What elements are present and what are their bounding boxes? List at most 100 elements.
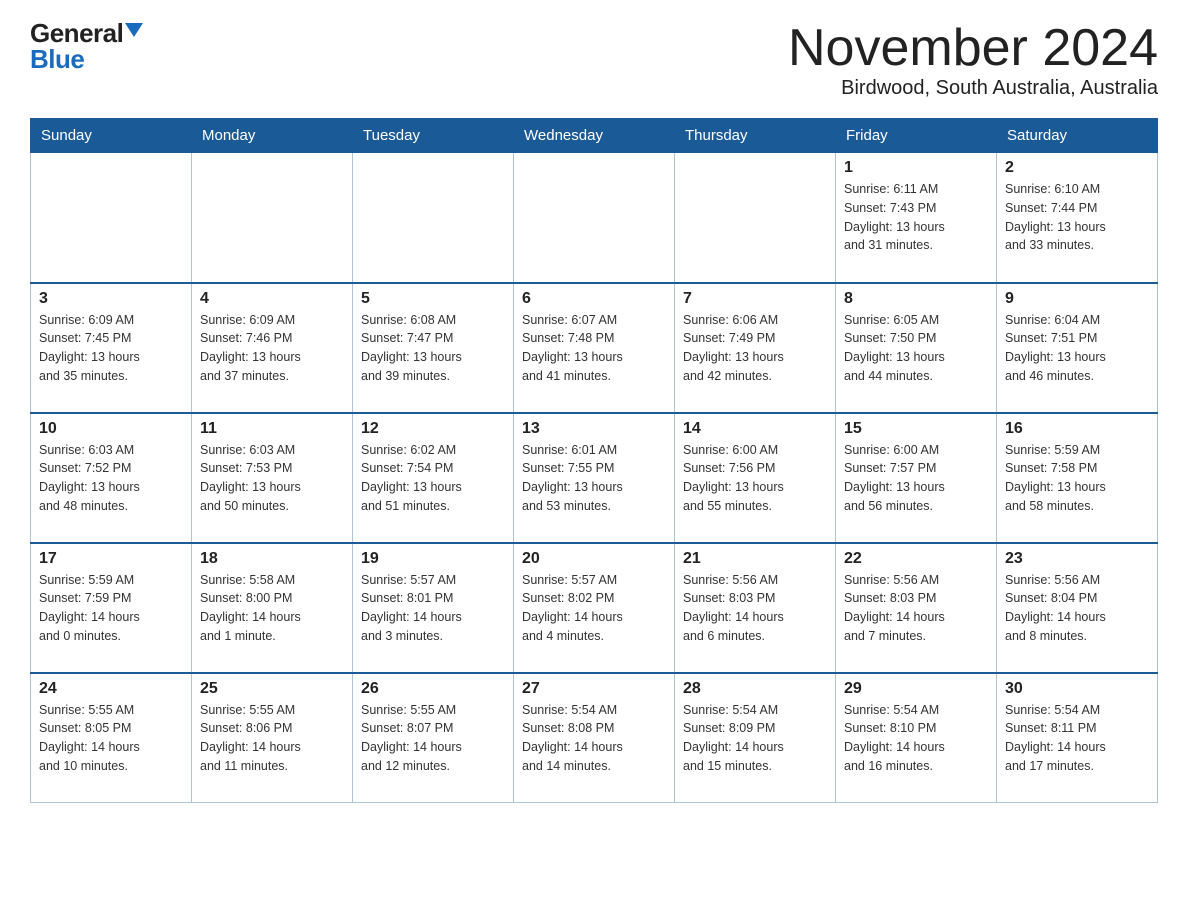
calendar-cell: 25 Sunrise: 5:55 AMSunset: 8:06 PMDayligh… xyxy=(192,673,353,803)
day-info-text: Sunrise: 6:11 AMSunset: 7:43 PMDaylight:… xyxy=(844,180,988,255)
calendar-cell: 10 Sunrise: 6:03 AMSunset: 7:52 PMDayligh… xyxy=(31,413,192,543)
day-info-text: Sunrise: 5:54 AMSunset: 8:10 PMDaylight:… xyxy=(844,701,988,776)
logo-triangle-icon xyxy=(125,23,143,37)
day-number: 12 xyxy=(361,420,505,438)
day-info-text: Sunrise: 6:09 AMSunset: 7:46 PMDaylight:… xyxy=(200,311,344,386)
calendar-cell: 6Sunrise: 6:07 AMSunset: 7:48 PMDaylight… xyxy=(514,283,675,413)
calendar-cell: 30 Sunrise: 5:54 AMSunset: 8:11 PMDayligh… xyxy=(997,673,1158,803)
day-number: 23 xyxy=(1005,550,1149,568)
day-info-text: Sunrise: 5:59 AMSunset: 7:59 PMDaylight:… xyxy=(39,571,183,646)
weekday-header-wednesday: Wednesday xyxy=(514,119,675,153)
day-info-text: Sunrise: 6:09 AMSunset: 7:45 PMDaylight:… xyxy=(39,311,183,386)
day-info-text: Sunrise: 5:55 AMSunset: 8:06 PMDaylight:… xyxy=(200,701,344,776)
day-info-text: Sunrise: 6:00 AMSunset: 7:57 PMDaylight:… xyxy=(844,441,988,516)
calendar-cell: 3 Sunrise: 6:09 AMSunset: 7:45 PMDaylight… xyxy=(31,283,192,413)
day-number: 21 xyxy=(683,550,827,568)
calendar-cell: 20Sunrise: 5:57 AMSunset: 8:02 PMDayligh… xyxy=(514,543,675,673)
calendar-cell: 5 Sunrise: 6:08 AMSunset: 7:47 PMDaylight… xyxy=(353,283,514,413)
day-number: 5 xyxy=(361,290,505,308)
calendar-cell: 21 Sunrise: 5:56 AMSunset: 8:03 PMDayligh… xyxy=(675,543,836,673)
calendar-cell: 22Sunrise: 5:56 AMSunset: 8:03 PMDayligh… xyxy=(836,543,997,673)
calendar-cell xyxy=(675,153,836,283)
day-number: 24 xyxy=(39,680,183,698)
day-number: 8 xyxy=(844,290,988,308)
day-info-text: Sunrise: 6:04 AMSunset: 7:51 PMDaylight:… xyxy=(1005,311,1149,386)
day-number: 16 xyxy=(1005,420,1149,438)
weekday-header-sunday: Sunday xyxy=(31,119,192,153)
day-info-text: Sunrise: 5:58 AMSunset: 8:00 PMDaylight:… xyxy=(200,571,344,646)
day-info-text: Sunrise: 5:54 AMSunset: 8:11 PMDaylight:… xyxy=(1005,701,1149,776)
calendar-week-row: 1 Sunrise: 6:11 AMSunset: 7:43 PMDaylight… xyxy=(31,153,1158,283)
day-info-text: Sunrise: 5:56 AMSunset: 8:03 PMDaylight:… xyxy=(683,571,827,646)
day-number: 7 xyxy=(683,290,827,308)
calendar-table: SundayMondayTuesdayWednesdayThursdayFrid… xyxy=(30,118,1158,803)
calendar-cell: 26Sunrise: 5:55 AMSunset: 8:07 PMDayligh… xyxy=(353,673,514,803)
day-info-text: Sunrise: 6:07 AMSunset: 7:48 PMDaylight:… xyxy=(522,311,666,386)
calendar-cell: 9 Sunrise: 6:04 AMSunset: 7:51 PMDaylight… xyxy=(997,283,1158,413)
location-subtitle: Birdwood, South Australia, Australia xyxy=(788,77,1158,100)
day-number: 28 xyxy=(683,680,827,698)
calendar-cell: 24 Sunrise: 5:55 AMSunset: 8:05 PMDayligh… xyxy=(31,673,192,803)
day-number: 2 xyxy=(1005,159,1149,177)
day-number: 19 xyxy=(361,550,505,568)
calendar-cell: 18 Sunrise: 5:58 AMSunset: 8:00 PMDayligh… xyxy=(192,543,353,673)
day-info-text: Sunrise: 5:57 AMSunset: 8:01 PMDaylight:… xyxy=(361,571,505,646)
calendar-cell: 27 Sunrise: 5:54 AMSunset: 8:08 PMDayligh… xyxy=(514,673,675,803)
day-info-text: Sunrise: 6:03 AMSunset: 7:53 PMDaylight:… xyxy=(200,441,344,516)
day-info-text: Sunrise: 6:10 AMSunset: 7:44 PMDaylight:… xyxy=(1005,180,1149,255)
day-number: 18 xyxy=(200,550,344,568)
day-number: 9 xyxy=(1005,290,1149,308)
day-number: 30 xyxy=(1005,680,1149,698)
day-number: 25 xyxy=(200,680,344,698)
weekday-header-tuesday: Tuesday xyxy=(353,119,514,153)
day-info-text: Sunrise: 6:08 AMSunset: 7:47 PMDaylight:… xyxy=(361,311,505,386)
calendar-cell: 1 Sunrise: 6:11 AMSunset: 7:43 PMDaylight… xyxy=(836,153,997,283)
calendar-week-row: 24 Sunrise: 5:55 AMSunset: 8:05 PMDayligh… xyxy=(31,673,1158,803)
day-number: 27 xyxy=(522,680,666,698)
page-header: General Blue November 2024 Birdwood, Sou… xyxy=(30,20,1158,100)
calendar-cell: 14Sunrise: 6:00 AMSunset: 7:56 PMDayligh… xyxy=(675,413,836,543)
calendar-cell xyxy=(192,153,353,283)
calendar-cell: 29Sunrise: 5:54 AMSunset: 8:10 PMDayligh… xyxy=(836,673,997,803)
calendar-cell: 19 Sunrise: 5:57 AMSunset: 8:01 PMDayligh… xyxy=(353,543,514,673)
day-number: 17 xyxy=(39,550,183,568)
day-info-text: Sunrise: 6:03 AMSunset: 7:52 PMDaylight:… xyxy=(39,441,183,516)
calendar-cell: 16 Sunrise: 5:59 AMSunset: 7:58 PMDayligh… xyxy=(997,413,1158,543)
logo: General Blue xyxy=(30,20,143,72)
calendar-week-row: 3 Sunrise: 6:09 AMSunset: 7:45 PMDaylight… xyxy=(31,283,1158,413)
calendar-cell: 2 Sunrise: 6:10 AMSunset: 7:44 PMDaylight… xyxy=(997,153,1158,283)
calendar-cell: 12 Sunrise: 6:02 AMSunset: 7:54 PMDayligh… xyxy=(353,413,514,543)
logo-blue-text: Blue xyxy=(30,46,84,72)
calendar-cell: 28 Sunrise: 5:54 AMSunset: 8:09 PMDayligh… xyxy=(675,673,836,803)
day-info-text: Sunrise: 5:54 AMSunset: 8:09 PMDaylight:… xyxy=(683,701,827,776)
calendar-cell: 23 Sunrise: 5:56 AMSunset: 8:04 PMDayligh… xyxy=(997,543,1158,673)
day-info-text: Sunrise: 5:54 AMSunset: 8:08 PMDaylight:… xyxy=(522,701,666,776)
day-number: 15 xyxy=(844,420,988,438)
day-number: 20 xyxy=(522,550,666,568)
day-info-text: Sunrise: 6:02 AMSunset: 7:54 PMDaylight:… xyxy=(361,441,505,516)
day-info-text: Sunrise: 5:56 AMSunset: 8:03 PMDaylight:… xyxy=(844,571,988,646)
day-number: 10 xyxy=(39,420,183,438)
day-info-text: Sunrise: 5:59 AMSunset: 7:58 PMDaylight:… xyxy=(1005,441,1149,516)
day-info-text: Sunrise: 5:56 AMSunset: 8:04 PMDaylight:… xyxy=(1005,571,1149,646)
day-info-text: Sunrise: 5:55 AMSunset: 8:07 PMDaylight:… xyxy=(361,701,505,776)
day-info-text: Sunrise: 6:01 AMSunset: 7:55 PMDaylight:… xyxy=(522,441,666,516)
calendar-cell: 13Sunrise: 6:01 AMSunset: 7:55 PMDayligh… xyxy=(514,413,675,543)
day-number: 1 xyxy=(844,159,988,177)
calendar-cell: 8Sunrise: 6:05 AMSunset: 7:50 PMDaylight… xyxy=(836,283,997,413)
weekday-header-friday: Friday xyxy=(836,119,997,153)
day-info-text: Sunrise: 6:00 AMSunset: 7:56 PMDaylight:… xyxy=(683,441,827,516)
weekday-header-saturday: Saturday xyxy=(997,119,1158,153)
weekday-header-row: SundayMondayTuesdayWednesdayThursdayFrid… xyxy=(31,119,1158,153)
day-number: 11 xyxy=(200,420,344,438)
calendar-cell: 7 Sunrise: 6:06 AMSunset: 7:49 PMDaylight… xyxy=(675,283,836,413)
calendar-cell xyxy=(514,153,675,283)
day-info-text: Sunrise: 5:55 AMSunset: 8:05 PMDaylight:… xyxy=(39,701,183,776)
calendar-cell: 4Sunrise: 6:09 AMSunset: 7:46 PMDaylight… xyxy=(192,283,353,413)
weekday-header-thursday: Thursday xyxy=(675,119,836,153)
day-number: 3 xyxy=(39,290,183,308)
calendar-cell: 11 Sunrise: 6:03 AMSunset: 7:53 PMDayligh… xyxy=(192,413,353,543)
calendar-week-row: 10 Sunrise: 6:03 AMSunset: 7:52 PMDayligh… xyxy=(31,413,1158,543)
calendar-cell xyxy=(31,153,192,283)
day-info-text: Sunrise: 6:06 AMSunset: 7:49 PMDaylight:… xyxy=(683,311,827,386)
